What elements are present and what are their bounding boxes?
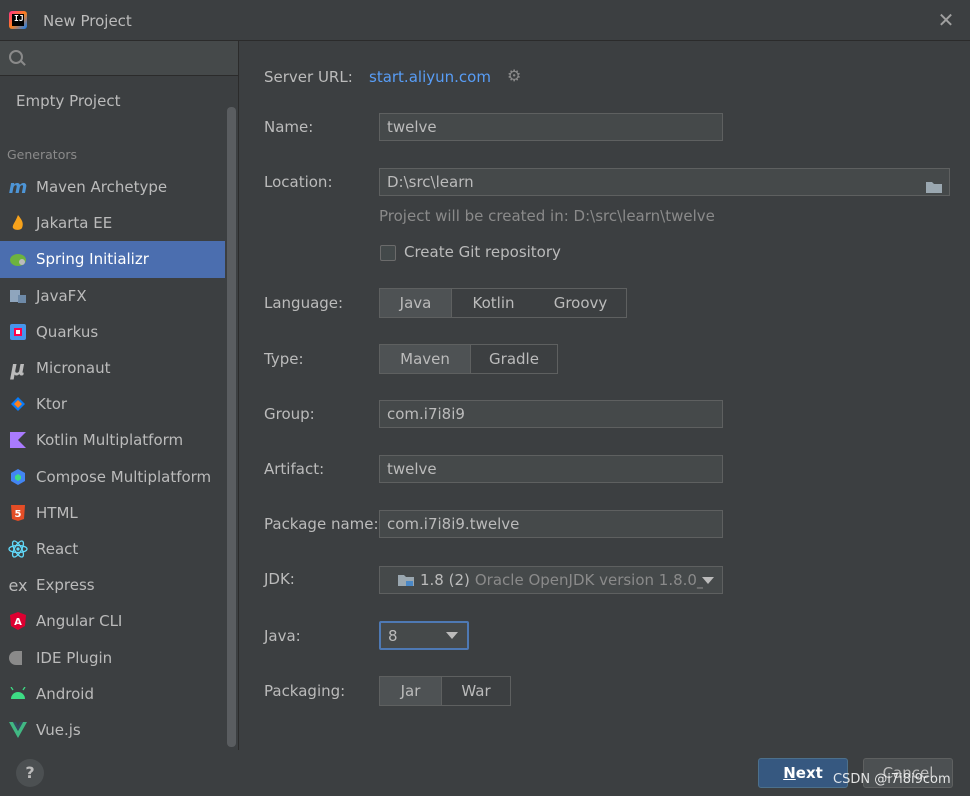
location-field[interactable]: D:\src\learn: [379, 168, 950, 196]
artifact-field[interactable]: twelve: [379, 455, 723, 483]
type-option-gradle[interactable]: Gradle: [471, 345, 557, 373]
packaging-segmented: Jar War: [379, 676, 511, 706]
chevron-down-icon: [446, 632, 458, 639]
language-segmented: Java Kotlin Groovy: [379, 288, 627, 318]
react-icon: [8, 539, 28, 559]
sidebar-item-express[interactable]: ex Express: [0, 567, 225, 603]
sidebar-item-vuejs[interactable]: Vue.js: [0, 712, 225, 748]
sidebar-item-compose-multiplatform[interactable]: Compose Multiplatform: [0, 459, 225, 495]
svg-text:5: 5: [15, 509, 22, 520]
sidebar-item-quarkus[interactable]: Quarkus: [0, 314, 225, 350]
location-hint: Project will be created in: D:\src\learn…: [379, 207, 715, 225]
java-version-value: 8: [388, 627, 398, 645]
java-version-label: Java:: [264, 627, 301, 645]
sidebar-item-kotlin-multiplatform[interactable]: Kotlin Multiplatform: [0, 422, 225, 458]
sidebar-item-maven-archetype[interactable]: m Maven Archetype: [0, 169, 225, 205]
name-field[interactable]: twelve: [379, 113, 723, 141]
server-url-label: Server URL:: [264, 68, 353, 86]
name-label: Name:: [264, 118, 314, 136]
package-name-label: Package name:: [264, 515, 379, 533]
jdk-label: JDK:: [264, 570, 295, 588]
group-field[interactable]: com.i7i8i9: [379, 400, 723, 428]
search-icon: [9, 50, 23, 64]
folder-icon[interactable]: [925, 176, 942, 193]
packaging-option-jar[interactable]: Jar: [380, 677, 442, 705]
location-value: D:\src\learn: [387, 173, 474, 191]
sidebar-item-ktor[interactable]: Ktor: [0, 386, 225, 422]
quarkus-icon: [8, 322, 28, 342]
express-icon: ex: [8, 575, 28, 595]
language-option-groovy[interactable]: Groovy: [535, 289, 626, 317]
git-checkbox-label[interactable]: Create Git repository: [404, 243, 561, 261]
title-bar: IJ New Project ✕: [0, 0, 970, 41]
plugin-icon: [8, 648, 28, 668]
type-segmented: Maven Gradle: [379, 344, 558, 374]
sidebar-item-ide-plugin[interactable]: IDE Plugin: [0, 639, 225, 675]
jakarta-ee-icon: [8, 213, 28, 233]
jdk-folder-icon: [398, 575, 414, 586]
type-option-maven[interactable]: Maven: [380, 345, 471, 373]
spring-icon: [8, 249, 28, 269]
git-checkbox[interactable]: [380, 245, 396, 261]
sidebar-item-empty-project[interactable]: Empty Project: [16, 92, 120, 110]
sidebar-item-spring-initializr[interactable]: Spring Initializr: [0, 241, 225, 278]
sidebar-item-android[interactable]: Android: [0, 676, 225, 712]
jdk-description: Oracle OpenJDK version 1.8.0_2: [474, 571, 703, 589]
sidebar-item-react[interactable]: React: [0, 531, 225, 567]
packaging-label: Packaging:: [264, 682, 346, 700]
jdk-version: 1.8 (2): [420, 571, 470, 589]
ktor-icon: [8, 394, 28, 414]
packaging-option-war[interactable]: War: [442, 677, 510, 705]
jdk-select[interactable]: 1.8 (2) Oracle OpenJDK version 1.8.0_2: [379, 566, 723, 594]
watermark: CSDN @i7i8i9com: [833, 772, 951, 787]
next-mnemonic: N: [783, 764, 796, 782]
package-name-field[interactable]: com.i7i8i9.twelve: [379, 510, 723, 538]
location-label: Location:: [264, 173, 333, 191]
compose-icon: [8, 467, 28, 487]
kotlin-icon: [8, 430, 28, 450]
help-button[interactable]: ?: [16, 759, 44, 787]
intellij-idea-icon: IJ: [9, 11, 27, 29]
chevron-down-icon: [702, 577, 714, 584]
artifact-label: Artifact:: [264, 460, 325, 478]
language-option-kotlin[interactable]: Kotlin: [452, 289, 535, 317]
html5-icon: 5: [8, 503, 28, 523]
next-label: ext: [795, 764, 823, 782]
gear-icon[interactable]: ⚙: [507, 68, 523, 84]
sidebar: Empty Project Generators m Maven Archety…: [0, 41, 239, 750]
svg-text:A: A: [14, 617, 22, 628]
sidebar-item-jakarta-ee[interactable]: Jakarta EE: [0, 205, 225, 241]
vue-icon: [8, 720, 28, 740]
sidebar-item-angular-cli[interactable]: A Angular CLI: [0, 603, 225, 639]
maven-icon: m: [8, 176, 28, 198]
angular-icon: A: [8, 611, 28, 631]
sidebar-item-html[interactable]: 5 HTML: [0, 495, 225, 531]
android-icon: [8, 684, 28, 704]
language-option-java[interactable]: Java: [380, 289, 452, 317]
java-version-select[interactable]: 8: [379, 621, 469, 650]
micronaut-icon: μ: [10, 356, 26, 381]
close-icon[interactable]: ✕: [936, 10, 956, 30]
sidebar-item-javafx[interactable]: JavaFX: [0, 278, 225, 314]
language-label: Language:: [264, 294, 344, 312]
type-label: Type:: [264, 350, 304, 368]
window-title: New Project: [43, 12, 132, 30]
generators-heading: Generators: [7, 147, 77, 162]
sidebar-scrollbar[interactable]: [227, 107, 236, 747]
search-field[interactable]: [0, 41, 238, 76]
server-url-link[interactable]: start.aliyun.com: [369, 68, 491, 86]
javafx-icon: [8, 286, 28, 306]
generators-list: m Maven Archetype Jakarta EE Spring Init…: [0, 169, 225, 748]
sidebar-item-micronaut[interactable]: μ Micronaut: [0, 350, 225, 386]
group-label: Group:: [264, 405, 315, 423]
settings-panel: Server URL: start.aliyun.com ⚙ Name: twe…: [239, 41, 970, 750]
